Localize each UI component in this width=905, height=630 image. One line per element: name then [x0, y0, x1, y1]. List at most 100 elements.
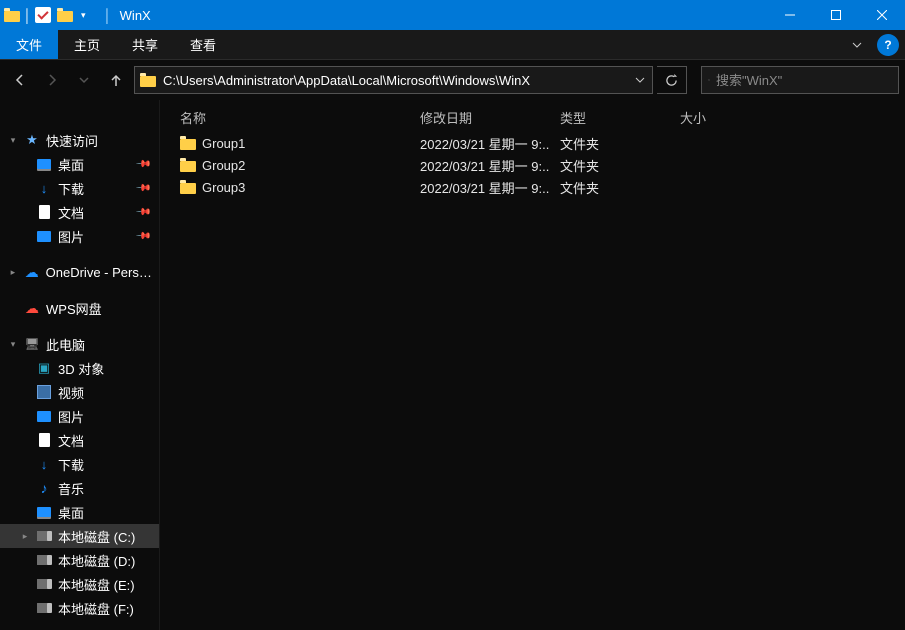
file-date: 2022/03/21 星期一 9:.. [420, 178, 560, 197]
sidebar-quick-access[interactable]: ▾ 快速访问 [0, 128, 159, 152]
3d-icon [36, 360, 52, 376]
sidebar-wps[interactable]: WPS网盘 [0, 296, 159, 320]
video-icon [36, 384, 52, 400]
wps-icon [24, 300, 40, 316]
address-dropdown-icon[interactable] [628, 75, 652, 85]
sidebar-item-label: 文档 [58, 431, 84, 450]
music-icon [36, 480, 52, 496]
pin-icon: 📌 [134, 156, 151, 173]
sidebar-label: 快速访问 [46, 131, 98, 150]
recent-locations-button[interactable] [70, 66, 98, 94]
drive-icon [36, 528, 52, 544]
tab-2[interactable]: 查看 [174, 30, 232, 59]
sidebar-item-label: 本地磁盘 (D:) [58, 551, 135, 570]
sidebar-label: WPS网盘 [46, 299, 102, 318]
file-row[interactable]: Group2 2022/03/21 星期一 9:..文件夹 [160, 154, 905, 176]
sidebar-item-label: 3D 对象 [58, 359, 104, 378]
window-title: WinX [120, 8, 151, 23]
monitor-icon [36, 156, 52, 172]
column-type[interactable]: 类型 [560, 108, 680, 127]
file-type: 文件夹 [560, 156, 680, 175]
file-type: 文件夹 [560, 178, 680, 197]
new-folder-icon[interactable] [57, 8, 73, 22]
tab-file[interactable]: 文件 [0, 30, 58, 59]
refresh-button[interactable] [657, 66, 687, 94]
folder-icon [180, 136, 196, 150]
file-name: Group2 [202, 158, 245, 173]
pin-icon: 📌 [134, 180, 151, 197]
ribbon-expand-icon[interactable] [843, 30, 871, 59]
chevron-right-icon[interactable]: ▸ [8, 267, 18, 278]
pic-icon [36, 228, 52, 244]
sidebar-pc-item[interactable]: 音乐 [0, 476, 159, 500]
quick-access-toolbar: │ ▾ [0, 7, 96, 23]
doc-icon [36, 432, 52, 448]
address-input[interactable] [161, 73, 628, 88]
close-button[interactable] [859, 0, 905, 30]
file-row[interactable]: Group12022/03/21 星期一 9:..文件夹 [160, 132, 905, 154]
file-type: 文件夹 [560, 134, 680, 153]
sidebar-item-label: 文档 [58, 203, 84, 222]
qat-customize-icon[interactable]: ▾ [75, 10, 92, 21]
help-button[interactable]: ? [877, 34, 899, 56]
column-date[interactable]: 修改日期 [420, 108, 560, 127]
sidebar-pc-item[interactable]: 桌面 [0, 500, 159, 524]
sidebar-item-label: 图片 [58, 227, 84, 246]
sidebar-pc-item[interactable]: 视频 [0, 380, 159, 404]
sidebar-item-label: 视频 [58, 383, 84, 402]
address-bar[interactable] [134, 66, 653, 94]
sidebar-onedrive[interactable]: ▸ OneDrive - Persona [0, 260, 159, 284]
properties-icon[interactable] [35, 7, 51, 23]
sidebar-pc-item[interactable]: 本地磁盘 (F:) [0, 596, 159, 620]
sidebar-item-label: 本地磁盘 (E:) [58, 575, 135, 594]
sidebar-item-label: 下载 [58, 455, 84, 474]
file-row[interactable]: Group3 2022/03/21 星期一 9:..文件夹 [160, 176, 905, 198]
doc-icon [36, 204, 52, 220]
chevron-down-icon[interactable]: ▾ [8, 339, 18, 350]
drive-icon [36, 600, 52, 616]
sidebar-pc-item[interactable]: 图片 [0, 404, 159, 428]
drive-icon [36, 552, 52, 568]
navigation-pane[interactable]: ▾ 快速访问 桌面📌下载📌文档📌图片📌 ▸ OneDrive - Persona… [0, 100, 160, 630]
sidebar-pc-item[interactable]: 下载 [0, 452, 159, 476]
tab-0[interactable]: 主页 [58, 30, 116, 59]
search-input[interactable] [716, 73, 892, 88]
back-button[interactable] [6, 66, 34, 94]
up-button[interactable] [102, 66, 130, 94]
title-separator: │ [96, 8, 120, 23]
file-list[interactable]: 名称 修改日期 类型 大小 Group12022/03/21 星期一 9:..文… [160, 100, 905, 630]
maximize-button[interactable] [813, 0, 859, 30]
column-headers[interactable]: 名称 修改日期 类型 大小 [160, 104, 905, 132]
sidebar-pc-item[interactable]: 本地磁盘 (D:) [0, 548, 159, 572]
sidebar-pc-item[interactable]: 本地磁盘 (E:) [0, 572, 159, 596]
address-folder-icon [135, 73, 161, 87]
sidebar-quick-item[interactable]: 桌面📌 [0, 152, 159, 176]
ribbon-tabs: 文件 主页共享查看 ? [0, 30, 905, 60]
sidebar-quick-item[interactable]: 下载 📌 [0, 176, 159, 200]
pc-icon [24, 336, 40, 352]
file-date: 2022/03/21 星期一 9:.. [420, 156, 560, 175]
pin-icon: 📌 [134, 228, 151, 245]
tab-1[interactable]: 共享 [116, 30, 174, 59]
sidebar-quick-item[interactable]: 文档📌 [0, 200, 159, 224]
sidebar-item-label: 本地磁盘 (F:) [58, 599, 134, 618]
folder-icon [180, 180, 196, 194]
file-name: Group3 [202, 180, 245, 195]
sidebar-quick-item[interactable]: 图片 📌 [0, 224, 159, 248]
column-name[interactable]: 名称 [160, 108, 420, 127]
pic-icon [36, 408, 52, 424]
sidebar-this-pc[interactable]: ▾ 此电脑 [0, 332, 159, 356]
sidebar-pc-item[interactable]: ▸本地磁盘 (C:) [0, 524, 159, 548]
sidebar-pc-item[interactable]: 3D 对象 [0, 356, 159, 380]
search-box[interactable] [701, 66, 899, 94]
file-name: Group1 [202, 136, 245, 151]
sidebar-item-label: 下载 [58, 179, 84, 198]
folder-icon [180, 158, 196, 172]
sidebar-pc-item[interactable]: 文档 [0, 428, 159, 452]
column-size[interactable]: 大小 [680, 108, 780, 127]
chevron-down-icon[interactable]: ▾ [8, 135, 18, 146]
minimize-button[interactable] [767, 0, 813, 30]
navigation-bar [0, 60, 905, 100]
title-bar: │ ▾ │ WinX [0, 0, 905, 30]
forward-button[interactable] [38, 66, 66, 94]
